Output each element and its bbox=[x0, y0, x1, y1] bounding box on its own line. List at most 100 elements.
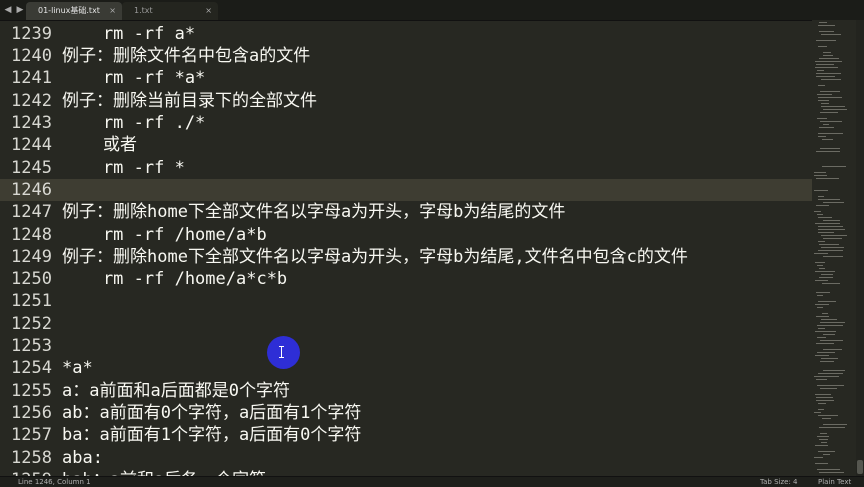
text-cursor-icon bbox=[279, 346, 284, 358]
minimap-line bbox=[818, 25, 835, 26]
line-text[interactable]: rm -rf /home/a*c*b bbox=[62, 268, 287, 290]
minimap-line bbox=[817, 436, 829, 437]
minimap-line bbox=[817, 352, 835, 353]
minimap-line bbox=[816, 379, 827, 380]
minimap-line bbox=[818, 301, 836, 302]
minimap-line bbox=[816, 316, 829, 317]
line-number: 1250 bbox=[11, 269, 52, 290]
minimap-line bbox=[818, 409, 824, 410]
editor-line[interactable]: 1253 bbox=[0, 335, 812, 357]
editor-line[interactable]: 1243 rm -rf ./* bbox=[0, 112, 812, 134]
editor-line[interactable]: 1256 ab：a前面有0个字符，a后面有1个字符 bbox=[0, 402, 812, 424]
minimap-line bbox=[821, 106, 845, 107]
editor-line[interactable]: 1252 bbox=[0, 313, 812, 335]
editor-line[interactable]: 1257 ba：a前面有1个字符，a后面有0个字符 bbox=[0, 424, 812, 446]
minimap-line bbox=[815, 304, 829, 305]
minimap-line bbox=[816, 205, 829, 206]
line-text[interactable]: rm -rf * bbox=[62, 157, 185, 179]
minimap-line bbox=[818, 328, 825, 329]
minimap-line bbox=[821, 358, 838, 359]
tab-01-linux[interactable]: 01-linux基础.txt × bbox=[26, 2, 122, 20]
line-text[interactable]: aba: bbox=[62, 447, 103, 469]
minimap-line bbox=[818, 451, 835, 452]
editor-line[interactable]: 1250 rm -rf /home/a*c*b bbox=[0, 268, 812, 290]
minimap-line bbox=[816, 64, 834, 65]
line-text[interactable]: 例子：删除当前目录下的全部文件 bbox=[62, 90, 317, 112]
line-number: 1241 bbox=[11, 68, 52, 89]
editor-line[interactable]: 1255 a：a前面和a后面都是0个字符 bbox=[0, 380, 812, 402]
minimap-line bbox=[818, 226, 843, 227]
minimap-line bbox=[823, 334, 835, 335]
editor-line[interactable]: 1248 rm -rf /home/a*b bbox=[0, 224, 812, 246]
minimap-line bbox=[820, 340, 843, 341]
editor-line[interactable]: 1259 bab：a前和a后各一个字符 bbox=[0, 469, 812, 476]
minimap-line bbox=[818, 196, 824, 197]
line-number: 1247 bbox=[11, 202, 52, 223]
minimap-line bbox=[823, 109, 847, 110]
minimap-line bbox=[814, 175, 827, 176]
minimap-line bbox=[822, 166, 846, 167]
line-text[interactable]: 例子：删除home下全部文件名以字母a为开头，字母b为结尾的文件 bbox=[62, 201, 565, 223]
minimap-line bbox=[819, 22, 827, 23]
line-text[interactable]: a：a前面和a后面都是0个字符 bbox=[62, 380, 290, 402]
editor-line[interactable]: 1254 *a* bbox=[0, 357, 812, 379]
editor-line[interactable]: 1249 例子：删除home下全部文件名以字母a为开头，字母b为结尾,文件名中包含… bbox=[0, 246, 812, 268]
minimap-line bbox=[817, 295, 823, 296]
minimap[interactable] bbox=[812, 20, 856, 476]
vertical-scrollbar[interactable] bbox=[856, 20, 864, 476]
minimap-line bbox=[815, 61, 842, 62]
minimap-line bbox=[819, 427, 845, 428]
tab-close-icon[interactable]: × bbox=[205, 2, 212, 20]
editor-area[interactable]: 例子：删除文件名中包含a的文件1239 rm -rf a*1240例子：删除文件… bbox=[0, 0, 812, 476]
line-text[interactable]: 或者 bbox=[62, 134, 137, 156]
editor-line[interactable]: 1247 例子：删除home下全部文件名以字母a为开头，字母b为结尾的文件 bbox=[0, 201, 812, 223]
line-text[interactable]: ab：a前面有0个字符，a后面有1个字符 bbox=[62, 402, 361, 424]
line-text[interactable]: rm -rf *a* bbox=[62, 67, 205, 89]
tab-forward-icon[interactable]: ▶ bbox=[14, 0, 26, 20]
minimap-line bbox=[816, 343, 834, 344]
minimap-line bbox=[818, 232, 834, 233]
line-number: 1254 bbox=[11, 358, 52, 379]
tab-back-icon[interactable]: ◀ bbox=[2, 0, 14, 20]
line-number: 1256 bbox=[11, 402, 52, 423]
minimap-line bbox=[818, 100, 829, 101]
editor-line[interactable]: 1239 rm -rf a* bbox=[0, 23, 812, 45]
line-number: 1249 bbox=[11, 246, 52, 267]
minimap-line bbox=[817, 385, 844, 386]
minimap-line bbox=[819, 472, 844, 473]
line-text[interactable]: 例子：删除home下全部文件名以字母a为开头，字母b为结尾,文件名中包含c的文件 bbox=[62, 246, 688, 268]
line-text[interactable]: *a* bbox=[62, 357, 93, 379]
minimap-line bbox=[821, 442, 827, 443]
line-text[interactable]: ba：a前面有1个字符，a后面有0个字符 bbox=[62, 424, 361, 446]
scrollbar-thumb[interactable] bbox=[857, 460, 863, 474]
line-number: 1252 bbox=[11, 313, 52, 334]
minimap-line bbox=[817, 265, 823, 266]
line-number: 1246 bbox=[11, 179, 52, 200]
line-text[interactable]: bab：a前和a后各一个字符 bbox=[62, 469, 266, 476]
minimap-line bbox=[823, 202, 844, 203]
editor-line[interactable]: 1245 rm -rf * bbox=[0, 157, 812, 179]
editor-line[interactable]: 1242 例子：删除当前目录下的全部文件 bbox=[0, 90, 812, 112]
tab-close-icon[interactable]: × bbox=[109, 2, 116, 20]
minimap-line bbox=[819, 127, 834, 128]
editor-line[interactable]: 1240 例子：删除文件名中包含a的文件 bbox=[0, 45, 812, 67]
line-text[interactable]: rm -rf a* bbox=[62, 23, 195, 45]
editor-line[interactable]: 1258 aba: bbox=[0, 447, 812, 469]
editor-line[interactable]: 1241 rm -rf *a* bbox=[0, 67, 812, 89]
line-text[interactable]: 例子：删除文件名中包含a的文件 bbox=[62, 45, 310, 67]
line-number: 1251 bbox=[11, 291, 52, 312]
minimap-line bbox=[820, 388, 837, 389]
editor-line[interactable]: 1246 bbox=[0, 178, 812, 202]
line-text[interactable]: rm -rf /home/a*b bbox=[62, 224, 267, 246]
minimap-line bbox=[819, 58, 839, 59]
minimap-line bbox=[816, 397, 833, 398]
minimap-line bbox=[820, 112, 838, 113]
editor-line[interactable]: 1244 或者 bbox=[0, 134, 812, 156]
tab-1-txt[interactable]: 1.txt × bbox=[122, 2, 218, 20]
minimap-line bbox=[815, 280, 828, 281]
editor-line[interactable]: 1251 bbox=[0, 290, 812, 312]
minimap-line bbox=[823, 454, 830, 455]
minimap-line bbox=[814, 376, 839, 377]
minimap-line bbox=[822, 418, 831, 419]
line-text[interactable]: rm -rf ./* bbox=[62, 112, 205, 134]
